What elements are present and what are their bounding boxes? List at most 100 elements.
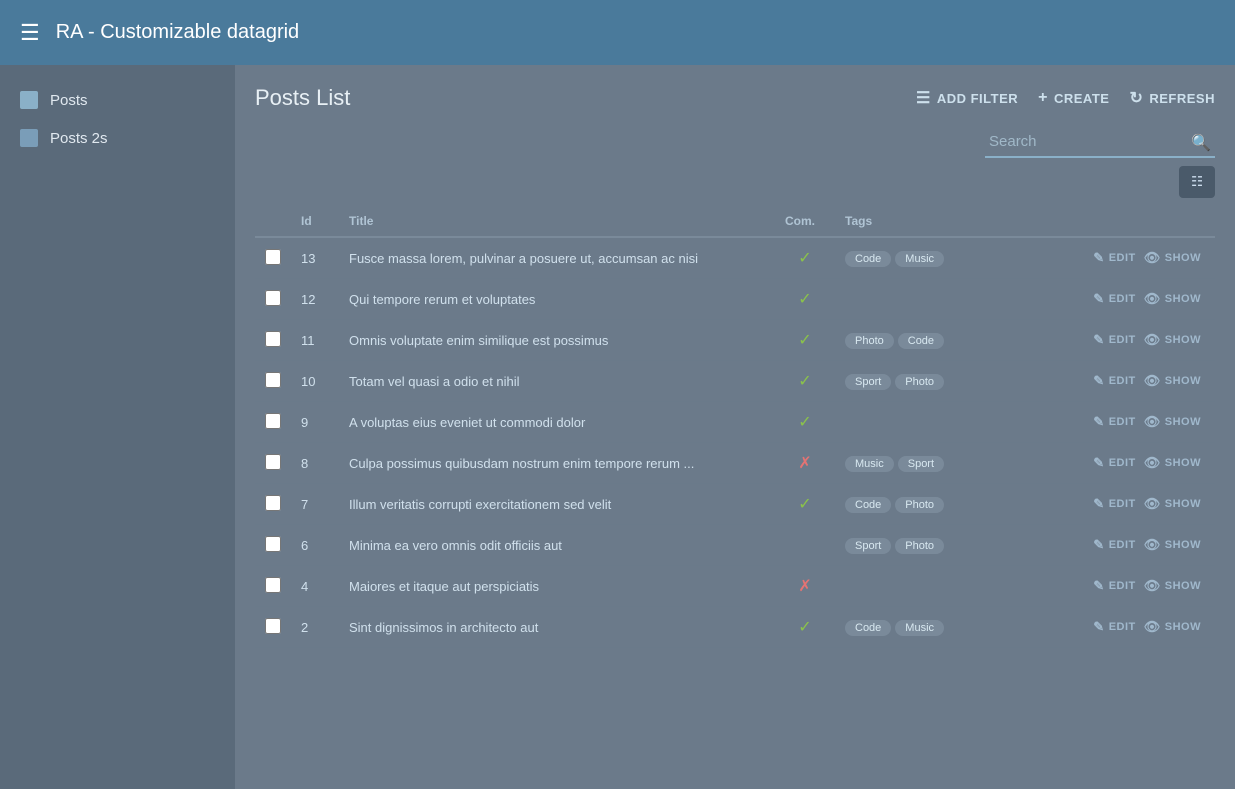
check-icon: ✓ [798, 619, 811, 636]
plus-icon: + [1038, 89, 1048, 107]
grid-icon: ☷ [1191, 174, 1203, 189]
row-checkbox[interactable] [265, 454, 281, 470]
grid-view-button[interactable]: ☷ [1179, 166, 1215, 198]
row-checkbox[interactable] [265, 495, 281, 511]
edit-icon: ✎ [1093, 455, 1104, 471]
show-button[interactable]: 👁 SHOW [1140, 617, 1205, 637]
show-button[interactable]: 👁 SHOW [1140, 576, 1205, 596]
sidebar-item-posts2s[interactable]: Posts 2s [0, 119, 235, 157]
col-header-comm[interactable]: Com. [775, 206, 835, 237]
edit-button[interactable]: ✎ EDIT [1089, 412, 1139, 432]
row-actions: ✎ EDIT👁 SHOW [1055, 279, 1215, 320]
tag-badge: Sport [845, 538, 891, 554]
edit-button[interactable]: ✎ EDIT [1089, 494, 1139, 514]
table-row: 6Minima ea vero omnis odit officiis autS… [255, 525, 1215, 566]
edit-icon: ✎ [1093, 619, 1104, 635]
show-button[interactable]: 👁 SHOW [1140, 248, 1205, 268]
row-checkbox[interactable] [265, 372, 281, 388]
show-button[interactable]: 👁 SHOW [1140, 453, 1205, 473]
col-header-checkbox [255, 206, 291, 237]
row-checkbox[interactable] [265, 536, 281, 552]
table-row: 13Fusce massa lorem, pulvinar a posuere … [255, 237, 1215, 279]
row-actions: ✎ EDIT👁 SHOW [1055, 525, 1215, 566]
table-row: 8Culpa possimus quibusdam nostrum enim t… [255, 443, 1215, 484]
row-checkbox[interactable] [265, 249, 281, 265]
row-tags: MusicSport [835, 443, 1055, 484]
row-checkbox[interactable] [265, 290, 281, 306]
edit-button[interactable]: ✎ EDIT [1089, 289, 1139, 309]
col-header-title[interactable]: Title [339, 206, 775, 237]
refresh-icon: ↻ [1129, 88, 1143, 108]
edit-icon: ✎ [1093, 496, 1104, 512]
add-filter-button[interactable]: ☰ ADD FILTER [916, 88, 1018, 108]
main-content: Posts List ☰ ADD FILTER + CREATE ↻ REFRE… [235, 65, 1235, 789]
show-button[interactable]: 👁 SHOW [1140, 371, 1205, 391]
row-tags [835, 402, 1055, 443]
col-header-id[interactable]: Id [291, 206, 339, 237]
row-title: Totam vel quasi a odio et nihil [339, 361, 775, 402]
row-actions: ✎ EDIT👁 SHOW [1055, 607, 1215, 648]
sidebar-item-posts2s-label: Posts 2s [50, 130, 108, 147]
tag-badge: Photo [895, 538, 944, 554]
page-title: Posts List [255, 85, 350, 111]
show-button[interactable]: 👁 SHOW [1140, 289, 1205, 309]
row-checkbox[interactable] [265, 577, 281, 593]
edit-button[interactable]: ✎ EDIT [1089, 248, 1139, 268]
tag-badge: Code [845, 620, 891, 636]
row-id: 2 [291, 607, 339, 648]
row-tags [835, 566, 1055, 607]
row-checkbox[interactable] [265, 413, 281, 429]
row-title: Omnis voluptate enim similique est possi… [339, 320, 775, 361]
table-row: 2Sint dignissimos in architecto aut✓Code… [255, 607, 1215, 648]
create-label: CREATE [1054, 91, 1109, 106]
eye-icon: 👁 [1144, 250, 1161, 266]
row-tags: PhotoCode [835, 320, 1055, 361]
row-id: 4 [291, 566, 339, 607]
eye-icon: 👁 [1144, 414, 1161, 430]
edit-icon: ✎ [1093, 250, 1104, 266]
table-row: 7Illum veritatis corrupti exercitationem… [255, 484, 1215, 525]
posts-icon [20, 91, 38, 109]
table-row: 9A voluptas eius eveniet ut commodi dolo… [255, 402, 1215, 443]
check-icon: ✓ [798, 373, 811, 390]
edit-button[interactable]: ✎ EDIT [1089, 576, 1139, 596]
data-table: Id Title Com. Tags 13Fusce massa lorem, … [255, 206, 1215, 648]
edit-icon: ✎ [1093, 537, 1104, 553]
hamburger-icon[interactable]: ☰ [20, 20, 40, 46]
cross-icon: ✗ [798, 578, 811, 595]
refresh-button[interactable]: ↻ REFRESH [1129, 88, 1215, 108]
row-id: 11 [291, 320, 339, 361]
check-icon: ✓ [798, 291, 811, 308]
row-comm: ✗ [775, 443, 835, 484]
row-checkbox[interactable] [265, 618, 281, 634]
row-actions: ✎ EDIT👁 SHOW [1055, 237, 1215, 279]
col-header-tags[interactable]: Tags [835, 206, 1055, 237]
row-comm [775, 525, 835, 566]
check-icon: ✓ [798, 496, 811, 513]
row-title: Fusce massa lorem, pulvinar a posuere ut… [339, 237, 775, 279]
search-input[interactable] [985, 127, 1215, 158]
show-button[interactable]: 👁 SHOW [1140, 412, 1205, 432]
table-row: 11Omnis voluptate enim similique est pos… [255, 320, 1215, 361]
tag-badge: Code [845, 251, 891, 267]
edit-button[interactable]: ✎ EDIT [1089, 330, 1139, 350]
show-button[interactable]: 👁 SHOW [1140, 494, 1205, 514]
sidebar-item-posts[interactable]: Posts [0, 81, 235, 119]
eye-icon: 👁 [1144, 291, 1161, 307]
search-icon[interactable]: 🔍 [1191, 133, 1211, 153]
eye-icon: 👁 [1144, 332, 1161, 348]
show-button[interactable]: 👁 SHOW [1140, 330, 1205, 350]
show-button[interactable]: 👁 SHOW [1140, 535, 1205, 555]
edit-button[interactable]: ✎ EDIT [1089, 453, 1139, 473]
row-id: 7 [291, 484, 339, 525]
edit-icon: ✎ [1093, 578, 1104, 594]
view-toggle-row: ☷ [255, 166, 1215, 198]
edit-button[interactable]: ✎ EDIT [1089, 535, 1139, 555]
row-checkbox[interactable] [265, 331, 281, 347]
create-button[interactable]: + CREATE [1038, 89, 1109, 107]
row-tags: SportPhoto [835, 361, 1055, 402]
edit-button[interactable]: ✎ EDIT [1089, 617, 1139, 637]
row-comm: ✓ [775, 237, 835, 279]
edit-button[interactable]: ✎ EDIT [1089, 371, 1139, 391]
add-filter-label: ADD FILTER [937, 91, 1018, 106]
